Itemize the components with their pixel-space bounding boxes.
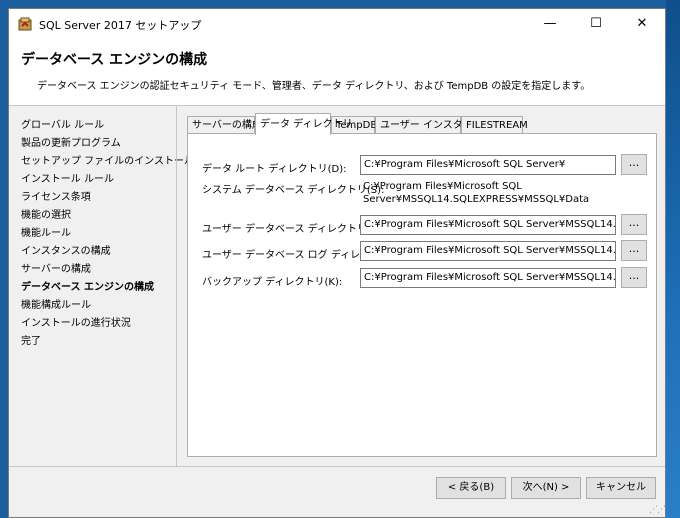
nav-item-instance-configuration[interactable]: インスタンスの構成	[21, 242, 111, 257]
user-db-browse-button[interactable]: ...	[621, 214, 647, 235]
minimize-button[interactable]: —	[527, 9, 573, 39]
nav-item-server-configuration[interactable]: サーバーの構成	[21, 260, 91, 275]
nav-item-product-updates[interactable]: 製品の更新プログラム	[21, 134, 121, 149]
nav-item-complete[interactable]: 完了	[21, 332, 41, 347]
tab-data-directories[interactable]: データ ディレクトリ	[255, 113, 352, 135]
panel-divider	[176, 106, 177, 466]
data-root-field[interactable]: C:¥Program Files¥Microsoft SQL Server¥	[360, 155, 616, 175]
close-button[interactable]: ✕	[619, 9, 665, 39]
page-title: データベース エンジンの構成	[21, 52, 208, 68]
page-description: データベース エンジンの認証セキュリティ モード、管理者、データ ディレクトリ、…	[37, 81, 591, 92]
step-navigation: グローバル ルール 製品の更新プログラム セットアップ ファイルのインストール …	[9, 106, 194, 466]
desktop-background	[666, 0, 680, 518]
tab-filestream[interactable]: FILESTREAM	[461, 116, 528, 134]
nav-item-license-terms[interactable]: ライセンス条項	[21, 188, 91, 203]
tab-server-configuration[interactable]: サーバーの構成	[187, 116, 262, 134]
user-db-field[interactable]: C:¥Program Files¥Microsoft SQL Server¥MS…	[360, 215, 616, 235]
backup-field[interactable]: C:¥Program Files¥Microsoft SQL Server¥MS…	[360, 268, 616, 288]
data-directories-panel: データ ルート ディレクトリ(D): C:¥Program Files¥Micr…	[187, 133, 657, 457]
nav-item-feature-configuration-rules[interactable]: 機能構成ルール	[21, 296, 91, 311]
nav-item-database-engine-configuration[interactable]: データベース エンジンの構成	[21, 278, 154, 293]
nav-item-installation-progress[interactable]: インストールの進行状況	[21, 314, 131, 329]
sql-server-setup-icon	[18, 17, 32, 31]
nav-item-feature-selection[interactable]: 機能の選択	[21, 206, 71, 221]
back-button[interactable]: < 戻る(B)	[436, 477, 506, 499]
nav-item-install-setup-files[interactable]: セットアップ ファイルのインストール	[21, 152, 194, 167]
nav-item-feature-rules[interactable]: 機能ルール	[21, 224, 71, 239]
system-db-value-line1: C:¥Program Files¥Microsoft SQL	[363, 181, 522, 192]
cancel-button[interactable]: キャンセル	[586, 477, 656, 499]
footer-divider	[9, 466, 665, 467]
user-log-field[interactable]: C:¥Program Files¥Microsoft SQL Server¥MS…	[360, 241, 616, 261]
data-root-label: データ ルート ディレクトリ(D):	[202, 164, 347, 175]
user-db-label: ユーザー データベース ディレクトリ(U):	[202, 224, 386, 235]
backup-browse-button[interactable]: ...	[621, 267, 647, 288]
resize-grip[interactable]: ⋰⋰	[649, 505, 666, 515]
system-db-value-line2: Server¥MSSQL14.SQLEXPRESS¥MSSQL¥Data	[363, 194, 590, 205]
system-db-label: システム データベース ディレクトリ(S):	[202, 185, 385, 196]
nav-item-install-rules[interactable]: インストール ルール	[21, 170, 114, 185]
next-button[interactable]: 次へ(N) >	[511, 477, 581, 499]
tab-user-instances[interactable]: ユーザー インスタンス	[375, 116, 483, 134]
setup-window: SQL Server 2017 セットアップ — ☐ ✕ データベース エンジン…	[8, 8, 666, 518]
window-title: SQL Server 2017 セットアップ	[39, 19, 202, 32]
data-root-browse-button[interactable]: ...	[621, 154, 647, 175]
title-bar: SQL Server 2017 セットアップ — ☐ ✕	[9, 9, 665, 39]
backup-label: バックアップ ディレクトリ(K):	[202, 277, 343, 288]
page-header: データベース エンジンの構成 データベース エンジンの認証セキュリティ モード、…	[9, 39, 665, 106]
nav-item-global-rules[interactable]: グローバル ルール	[21, 116, 104, 131]
maximize-button[interactable]: ☐	[573, 9, 619, 39]
user-log-browse-button[interactable]: ...	[621, 240, 647, 261]
